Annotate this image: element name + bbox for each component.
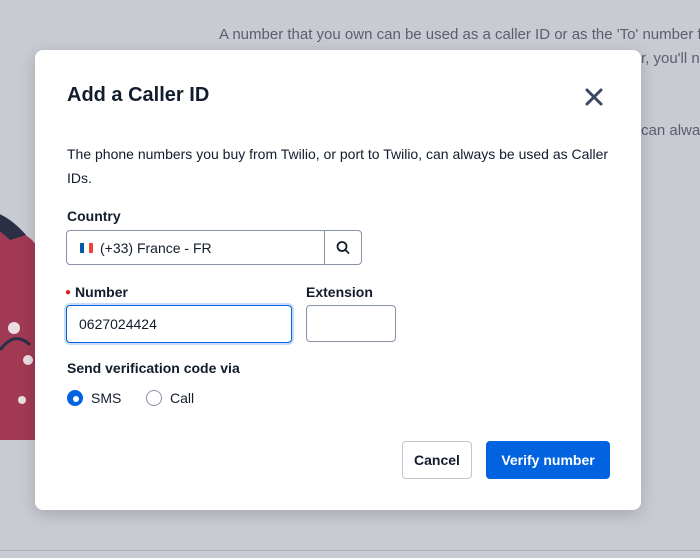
dialog-title: Add a Caller ID	[67, 84, 210, 106]
country-selected-value: (+33) France - FR	[100, 240, 212, 256]
sms-radio-label: SMS	[91, 390, 122, 406]
sms-radio-option[interactable]: SMS	[67, 390, 121, 406]
close-button[interactable]	[581, 84, 607, 110]
required-indicator: ●	[65, 287, 72, 298]
dialog-description: The phone numbers you buy from Twilio, o…	[67, 146, 609, 186]
extension-input[interactable]	[306, 305, 396, 342]
extension-label: Extension	[306, 284, 373, 300]
country-select[interactable]: (+33) France - FR	[66, 230, 362, 265]
number-label-text: Number	[75, 284, 128, 300]
flag-france-icon	[80, 243, 93, 253]
background-paragraph-line-3: can alway	[641, 122, 700, 139]
number-input[interactable]	[66, 305, 292, 343]
background-illustration	[0, 214, 40, 440]
add-caller-id-dialog: Add a Caller ID The phone numbers you bu…	[35, 50, 641, 510]
call-radio[interactable]	[146, 390, 162, 406]
call-radio-option[interactable]: Call	[146, 390, 194, 406]
background-divider	[0, 550, 700, 551]
call-radio-label: Call	[170, 390, 195, 406]
sms-radio[interactable]	[67, 390, 83, 406]
background-paragraph-line-1: A number that you own can be used as a c…	[219, 26, 700, 43]
search-icon	[336, 241, 350, 254]
background-paragraph-line-2: r, you'll n	[641, 50, 700, 67]
country-search-button[interactable]	[324, 231, 361, 264]
verification-method-label: Send verification code via	[67, 360, 240, 376]
close-icon	[585, 88, 603, 106]
cancel-button[interactable]: Cancel	[402, 441, 472, 479]
number-label: ● Number	[65, 284, 128, 300]
country-label: Country	[67, 208, 121, 224]
verify-number-button[interactable]: Verify number	[486, 441, 610, 479]
